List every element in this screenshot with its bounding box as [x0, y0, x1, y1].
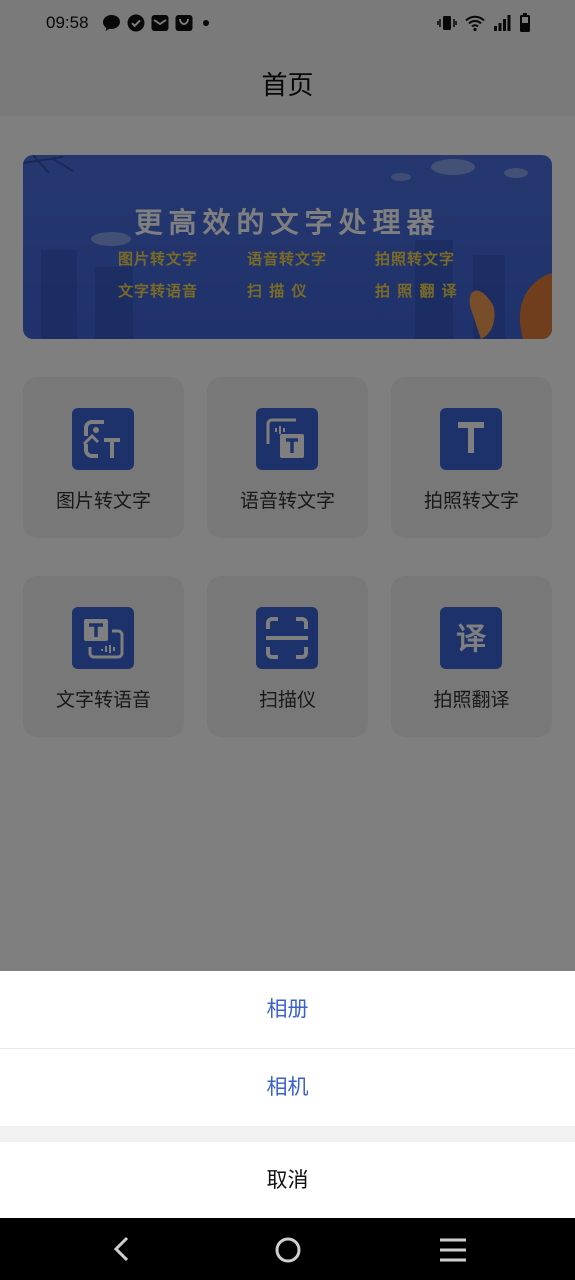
photo-source-action-sheet: 相册 相机 取消 [0, 971, 575, 1218]
cancel-button[interactable]: 取消 [0, 1142, 575, 1218]
home-icon[interactable] [274, 1236, 302, 1268]
system-navigation-bar [0, 1218, 575, 1280]
modal-backdrop[interactable] [0, 0, 575, 971]
album-option[interactable]: 相册 [0, 971, 575, 1048]
back-icon[interactable] [110, 1235, 134, 1267]
camera-option[interactable]: 相机 [0, 1049, 575, 1126]
recent-apps-icon[interactable] [439, 1237, 467, 1267]
